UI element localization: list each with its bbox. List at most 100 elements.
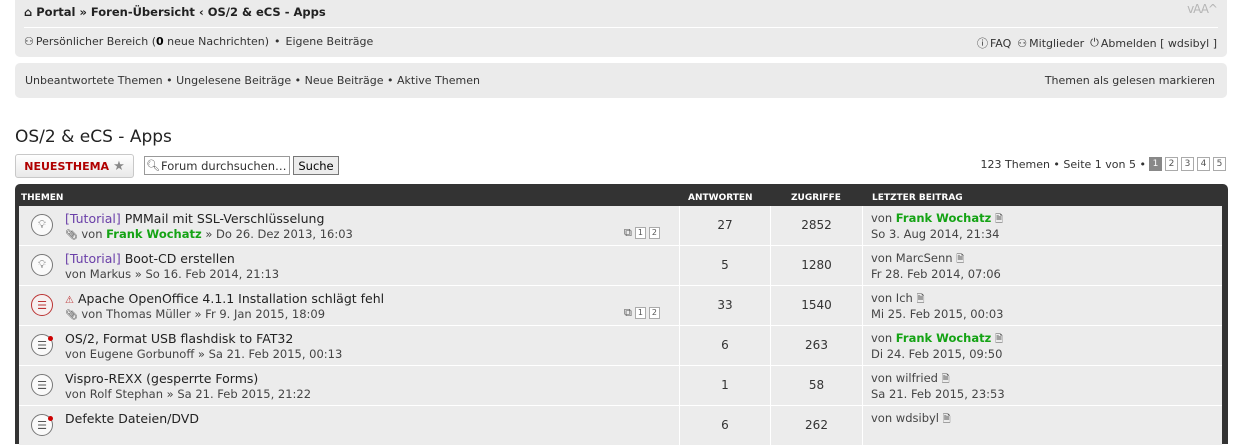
topic-title: Boot-CD erstellen — [124, 251, 235, 266]
faq-link[interactable]: ⓘ FAQ — [977, 35, 1011, 51]
topic-pages: ⧉ 1 2 — [624, 226, 660, 240]
go-to-post-icon[interactable]: 🗎︎ — [916, 294, 924, 305]
table-row: 💡︎ [Tutorial] PMMail mit SSL-Verschlüsse… — [19, 206, 1222, 246]
breadcrumb-separator: » — [79, 5, 87, 19]
last-post-by: von — [871, 411, 893, 425]
topic-cell: 💡︎ [Tutorial] Boot-CD erstellen von Mark… — [19, 246, 680, 285]
last-post-author-link[interactable]: wdsibyl — [896, 411, 939, 425]
last-post-author-link[interactable]: Frank Wochatz — [896, 331, 992, 345]
topic-author-link[interactable]: Frank Wochatz — [106, 227, 202, 241]
last-post-by: von — [871, 371, 893, 385]
topic-title-link[interactable]: Defekte Dateien/DVD — [65, 411, 199, 426]
topic-page-link-2[interactable]: 2 — [648, 307, 660, 319]
last-post-date: Di 24. Feb 2015, 09:50 — [871, 347, 1003, 361]
navbar: ⌂ Portal » Foren-Übersicht ‹ OS/2 & eCS … — [15, 0, 1227, 57]
last-post-author-link[interactable]: MarcSenn — [896, 251, 953, 265]
views-count: 263 — [771, 326, 863, 365]
topic-by: von — [65, 387, 87, 401]
topic-count-summary: 123 Themen • Seite 1 von 5 • — [980, 157, 1146, 171]
new-topic-label-part2: THEMA — [65, 159, 110, 173]
last-post-author-link[interactable]: Ich — [896, 291, 913, 305]
breadcrumb-current-forum[interactable]: OS/2 & eCS - Apps — [208, 5, 326, 19]
topic-page-link-1[interactable]: 1 — [634, 227, 646, 239]
topic-page-link-1[interactable]: 1 — [634, 307, 646, 319]
topic-by: von — [81, 307, 103, 321]
search-icon: 🔍︎ — [146, 159, 160, 172]
user-icon: ⚇ — [24, 35, 34, 48]
page-link-1[interactable]: 1 — [1149, 157, 1162, 171]
search-button[interactable]: Suche — [293, 156, 339, 175]
go-to-post-icon[interactable]: 🗎︎ — [943, 414, 951, 425]
topic-pages: ⧉ 1 2 — [624, 306, 660, 320]
quick-links[interactable]: Unbeantwortete Themen • Ungelesene Beitr… — [25, 74, 480, 87]
page-link-5[interactable]: 5 — [1213, 157, 1226, 171]
topic-prefix: [Tutorial] — [65, 251, 121, 266]
page-link-2[interactable]: 2 — [1165, 157, 1178, 171]
topic-title: Vispro-REXX (gesperrte Forms) — [65, 371, 259, 386]
user-control-panel-link[interactable]: Persönlicher Bereich (0 neue Nachrichten… — [36, 35, 269, 48]
members-link[interactable]: ⚇ Mitglieder — [1017, 37, 1084, 50]
topic-author-link[interactable]: Thomas Müller — [106, 307, 191, 321]
page-title[interactable]: OS/2 & eCS - Apps — [15, 127, 172, 147]
answers-count: 6 — [680, 326, 771, 365]
topic-list-header: THEMEN ANTWORTEN ZUGRIFFE LETZTER BEITRA… — [15, 184, 1228, 206]
topic-title-link[interactable]: [Tutorial] PMMail mit SSL-Verschlüsselun… — [65, 211, 324, 226]
topic-meta: von Markus » So 16. Feb 2014, 21:13 — [65, 267, 279, 281]
last-post-author-link[interactable]: Frank Wochatz — [896, 211, 992, 225]
home-icon[interactable]: ⌂ — [24, 5, 32, 19]
last-post-cell: von wilfried 🗎︎ Sa 21. Feb 2015, 23:53 — [863, 366, 1222, 405]
topic-title-link[interactable]: ⚠︎ Apache OpenOffice 4.1.1 Installation … — [65, 291, 384, 306]
hot-topic-icon: ☰ — [31, 294, 53, 316]
topic-cell: ☰ Defekte Dateien/DVD — [19, 406, 680, 445]
go-to-post-icon[interactable]: 🗎︎ — [942, 374, 950, 385]
table-row: 💡︎ [Tutorial] Boot-CD erstellen von Mark… — [19, 246, 1222, 286]
page-link-3[interactable]: 3 — [1181, 157, 1194, 171]
topic-author-link[interactable]: Markus — [90, 267, 131, 281]
table-row: ☰ Vispro-REXX (gesperrte Forms) von Rolf… — [19, 366, 1222, 406]
topic-page-link-2[interactable]: 2 — [648, 227, 660, 239]
font-size-toggle-icon[interactable]: vAA^ — [1187, 2, 1218, 16]
last-post-author-line: von wdsibyl 🗎︎ — [871, 411, 951, 429]
topic-title-link[interactable]: [Tutorial] Boot-CD erstellen — [65, 251, 235, 266]
go-to-post-icon[interactable]: 🗎︎ — [995, 334, 1003, 345]
user-area-label: Persönlicher Bereich ( — [35, 35, 156, 48]
unread-topic-icon: ☰ — [31, 334, 53, 356]
topic-by: von — [65, 347, 87, 361]
topic-title: Apache OpenOffice 4.1.1 Installation sch… — [77, 291, 385, 306]
last-post-author-link[interactable]: wilfried — [896, 371, 938, 385]
last-post-cell: von Frank Wochatz 🗎︎ Di 24. Feb 2015, 09… — [863, 326, 1222, 365]
help-icon: ⓘ — [976, 37, 988, 50]
members-label: Mitglieder — [1029, 36, 1085, 50]
topic-by: von — [81, 227, 103, 241]
last-post-by: von — [871, 331, 893, 345]
star-icon: ★ — [113, 158, 125, 174]
last-post-date: Mi 25. Feb 2015, 00:03 — [871, 307, 1004, 321]
go-to-post-icon[interactable]: 🗎︎ — [995, 214, 1003, 225]
topic-title: PMMail mit SSL-Verschlüsselung — [124, 211, 325, 226]
pages-icon: ⧉ — [624, 226, 632, 239]
go-to-post-icon[interactable]: 🗎︎ — [956, 254, 964, 265]
new-topic-button[interactable]: NEUESTHEMA ★ — [15, 154, 134, 178]
topic-date: » Sa 21. Feb 2015, 21:22 — [166, 387, 312, 401]
mark-topics-read-link[interactable]: Themen als gelesen markieren — [1045, 74, 1215, 87]
last-post-cell: von Frank Wochatz 🗎︎ So 3. Aug 2014, 21:… — [863, 206, 1222, 245]
topic-cell: ☰ ⚠︎ Apache OpenOffice 4.1.1 Installatio… — [19, 286, 680, 325]
views-count: 262 — [771, 406, 863, 445]
unread-marker — [48, 336, 53, 341]
topic-author-link[interactable]: Rolf Stephan — [90, 387, 163, 401]
breadcrumb-portal[interactable]: Portal — [36, 5, 75, 19]
search-input[interactable] — [161, 158, 287, 173]
page-link-4[interactable]: 4 — [1197, 157, 1210, 171]
topic-author-link[interactable]: Eugene Gorbunoff — [90, 347, 194, 361]
own-posts-link[interactable]: Eigene Beiträge — [286, 35, 374, 48]
topic-title-link[interactable]: OS/2, Format USB flashdisk to FAT32 — [65, 331, 293, 346]
breadcrumb-forum-index[interactable]: Foren-Übersicht — [91, 5, 195, 19]
attachment-icon: 📎︎ — [65, 310, 78, 321]
logout-link[interactable]: ⏻ Abmelden [ wdsibyl ] — [1090, 36, 1217, 50]
topic-title-link[interactable]: Vispro-REXX (gesperrte Forms) — [65, 371, 258, 386]
topic-by: von — [65, 267, 87, 281]
sticky-topic-icon: 💡︎ — [31, 214, 53, 236]
table-row: ☰ Defekte Dateien/DVD 6 262 von wdsibyl … — [19, 406, 1222, 446]
unread-topic-icon: ☰ — [31, 414, 53, 436]
topic-meta: von Eugene Gorbunoff » Sa 21. Feb 2015, … — [65, 347, 342, 361]
